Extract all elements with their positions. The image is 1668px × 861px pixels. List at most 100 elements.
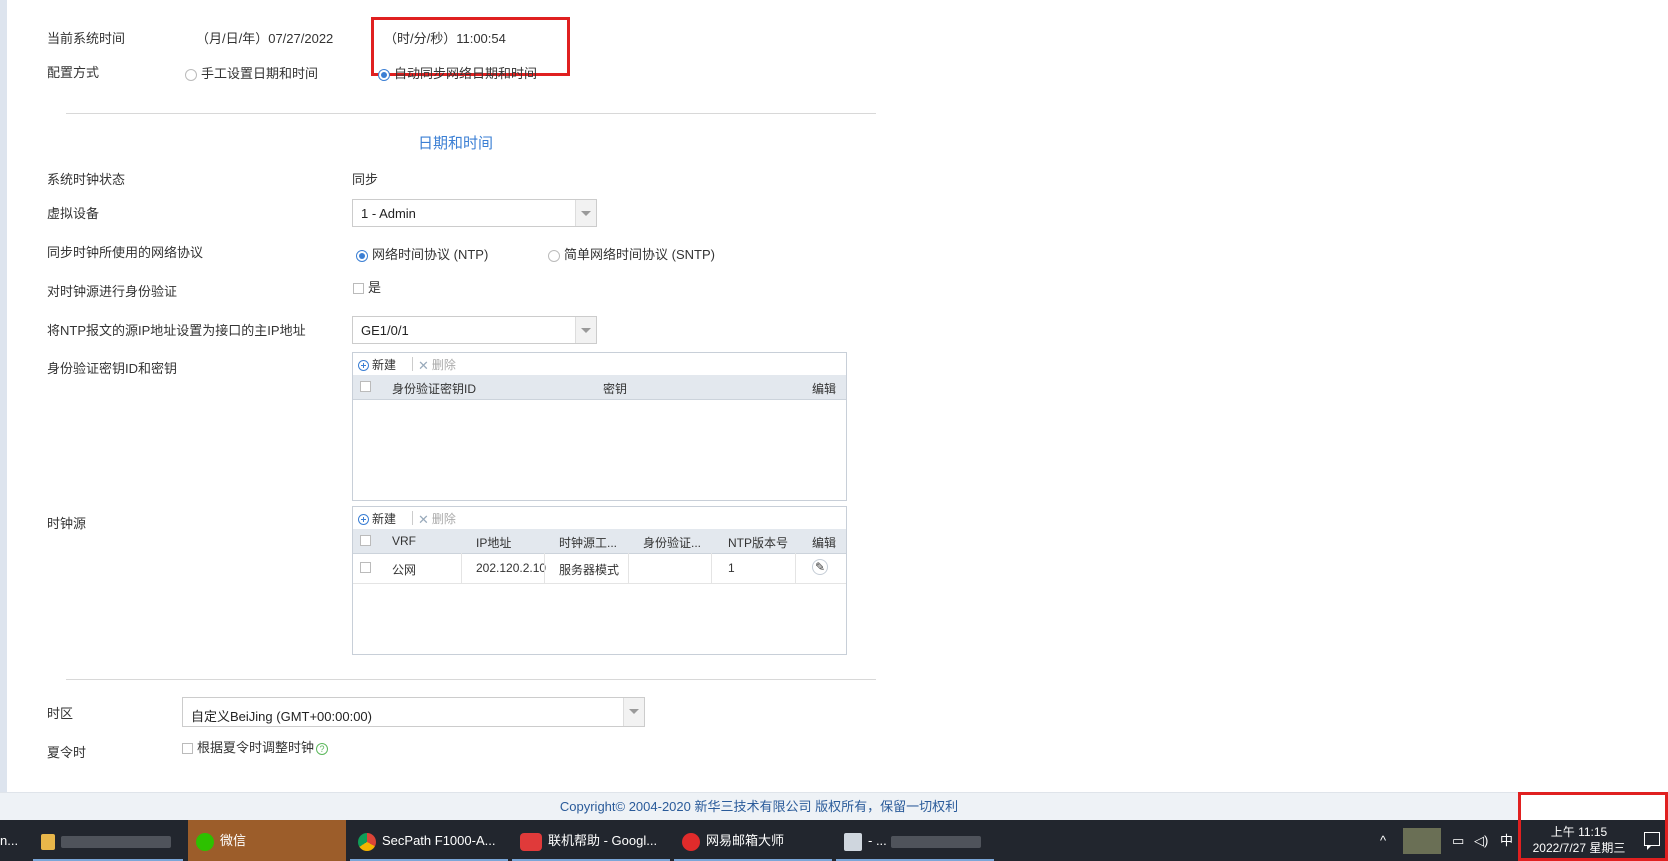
taskbar-item-label: 联机帮助 - Googl... — [548, 833, 658, 848]
grid-header: VRF IP地址 时钟源工... 身份验证... NTP版本号 编辑 — [353, 529, 846, 554]
source-ip-label: 将NTP报文的源IP地址设置为接口的主IP地址 — [47, 323, 306, 338]
help-icon[interactable]: ? — [316, 742, 329, 755]
source-delete-label: 删除 — [431, 512, 456, 526]
keys-new-label: 新建 — [372, 358, 397, 372]
taskbar-item-label: 微信 — [220, 833, 247, 848]
source-ip-select[interactable]: GE1/0/1 — [352, 316, 597, 344]
blurred-label — [890, 835, 981, 848]
clock-status-value: 同步 — [352, 172, 379, 187]
taskbar-item-help[interactable]: 联机帮助 - Googl... — [512, 820, 670, 861]
current-date-value: （月/日/年）07/27/2022 — [196, 31, 334, 46]
auth-keys-label: 身份验证密钥ID和密钥 — [47, 361, 178, 376]
ime-indicator[interactable]: 中 — [1500, 820, 1513, 861]
clock-source-grid: 新建 ✕ 删除 VRF IP地址 时钟源工... 身份验证... NTP版本号 编… — [352, 506, 847, 655]
dst-checkbox[interactable]: 根据夏令时调整时钟? — [182, 737, 329, 756]
auth-keys-grid: 新建 ✕ 删除 身份验证密钥ID 密钥 编辑 — [352, 352, 847, 501]
auth-checkbox[interactable]: 是 — [353, 277, 381, 296]
tray-blurred-icon[interactable] — [1403, 828, 1441, 854]
keys-delete-label: 删除 — [431, 358, 456, 372]
taskbar-item-mail[interactable]: 网易邮箱大师 — [674, 820, 832, 861]
virtual-device-value: 1 - Admin — [361, 206, 416, 221]
col-mode: 时钟源工... — [559, 536, 618, 550]
protocol-ntp-radio[interactable]: 网络时间协议 (NTP) — [356, 244, 488, 263]
tray-chevron-icon[interactable]: ^ — [1380, 820, 1386, 861]
radio-icon — [548, 249, 560, 262]
taskbar: n... 微信 SecPath F1000-A... 联机帮助 - Googl.… — [0, 820, 1668, 861]
current-time-label: 当前系统时间 — [47, 31, 126, 46]
table-row[interactable]: 公网 202.120.2.10 服务器模式 1 ✎ — [353, 553, 846, 584]
left-edge-strip — [0, 0, 7, 792]
netease-mail-icon — [682, 832, 700, 851]
taskbar-item-folder[interactable] — [33, 820, 183, 861]
source-new-label: 新建 — [372, 512, 397, 526]
source-ip-value: GE1/0/1 — [361, 323, 409, 338]
col-ntp-version: NTP版本号 — [728, 536, 789, 550]
protocol-label: 同步时钟所使用的网络协议 — [47, 245, 204, 260]
grid-toolbar: 新建 ✕ 删除 — [353, 507, 846, 530]
timezone-value: 自定义BeiJing (GMT+00:00:00) — [191, 709, 372, 724]
network-icon[interactable]: ▭ — [1452, 820, 1464, 861]
col-edit: 编辑 — [812, 536, 837, 550]
cell-ntp-version: 1 — [728, 561, 735, 575]
volume-icon[interactable]: ◁) — [1474, 820, 1488, 861]
auth-label: 对时钟源进行身份验证 — [47, 284, 178, 299]
protocol-sntp-radio[interactable]: 简单网络时间协议 (SNTP) — [548, 244, 715, 263]
config-method-label: 配置方式 — [47, 65, 100, 80]
cell-separator — [544, 553, 545, 583]
delete-x-icon: ✕ — [418, 512, 429, 527]
auth-checkbox-label: 是 — [368, 280, 382, 295]
cell-separator — [461, 553, 462, 583]
cell-separator — [795, 553, 796, 583]
col-edit: 编辑 — [812, 382, 837, 396]
virtual-device-label: 虚拟设备 — [47, 206, 100, 221]
source-delete-button[interactable]: ✕ 删除 — [418, 510, 456, 528]
chrome-icon — [358, 832, 376, 851]
col-key: 密钥 — [603, 382, 628, 396]
keys-new-button[interactable]: 新建 — [358, 356, 396, 373]
select-all-checkbox[interactable] — [360, 535, 371, 546]
blurred-label — [61, 835, 171, 848]
clock-status-label: 系统时钟状态 — [47, 172, 126, 187]
grid-header: 身份验证密钥ID 密钥 编辑 — [353, 375, 846, 400]
dst-label: 夏令时 — [47, 745, 87, 760]
radio-selected-icon — [378, 68, 390, 81]
config-auto-radio[interactable]: 自动同步网络日期和时间 — [378, 63, 537, 82]
taskbar-item-label: 网易邮箱大师 — [706, 833, 785, 848]
taskbar-item-truncated[interactable]: n... — [0, 820, 30, 861]
config-manual-radio[interactable]: 手工设置日期和时间 — [185, 63, 318, 82]
plus-icon — [358, 514, 369, 525]
radio-icon — [185, 68, 197, 81]
checkbox-icon — [182, 743, 193, 755]
dropdown-arrow-icon — [575, 317, 596, 343]
taskbar-item-app[interactable]: - ... — [836, 820, 994, 861]
checkbox-icon — [353, 283, 364, 295]
row-checkbox[interactable] — [360, 562, 371, 573]
config-manual-label: 手工设置日期和时间 — [201, 66, 319, 81]
annotation-red-box — [1518, 792, 1668, 861]
config-auto-label: 自动同步网络日期和时间 — [394, 66, 538, 81]
taskbar-item-wechat[interactable]: 微信 — [188, 820, 346, 861]
cell-mode: 服务器模式 — [559, 563, 620, 577]
grid-toolbar: 新建 ✕ 删除 — [353, 353, 846, 376]
source-new-button[interactable]: 新建 — [358, 510, 396, 527]
radio-selected-icon — [356, 249, 368, 262]
divider — [66, 679, 876, 680]
toolbar-separator — [412, 511, 413, 525]
keys-delete-button[interactable]: ✕ 删除 — [418, 356, 456, 374]
virtual-device-select[interactable]: 1 - Admin — [352, 199, 597, 227]
select-all-checkbox[interactable] — [360, 381, 371, 392]
plus-icon — [358, 360, 369, 371]
taskbar-item-label: SecPath F1000-A... — [382, 833, 496, 848]
delete-x-icon: ✕ — [418, 358, 429, 373]
app-window-icon — [844, 832, 862, 851]
copyright-footer: Copyright© 2004-2020 新华三技术有限公司 版权所有，保留一切… — [0, 792, 1518, 821]
taskbar-item-chrome-secpath[interactable]: SecPath F1000-A... — [350, 820, 508, 861]
wechat-icon — [196, 832, 214, 851]
timezone-label: 时区 — [47, 706, 74, 721]
edit-pencil-icon[interactable]: ✎ — [812, 559, 828, 575]
timezone-select[interactable]: 自定义BeiJing (GMT+00:00:00) — [182, 697, 645, 727]
col-ip: IP地址 — [476, 536, 512, 550]
folder-icon — [41, 833, 55, 850]
taskbar-item-label: - ... — [868, 833, 887, 848]
cell-separator — [628, 553, 629, 583]
